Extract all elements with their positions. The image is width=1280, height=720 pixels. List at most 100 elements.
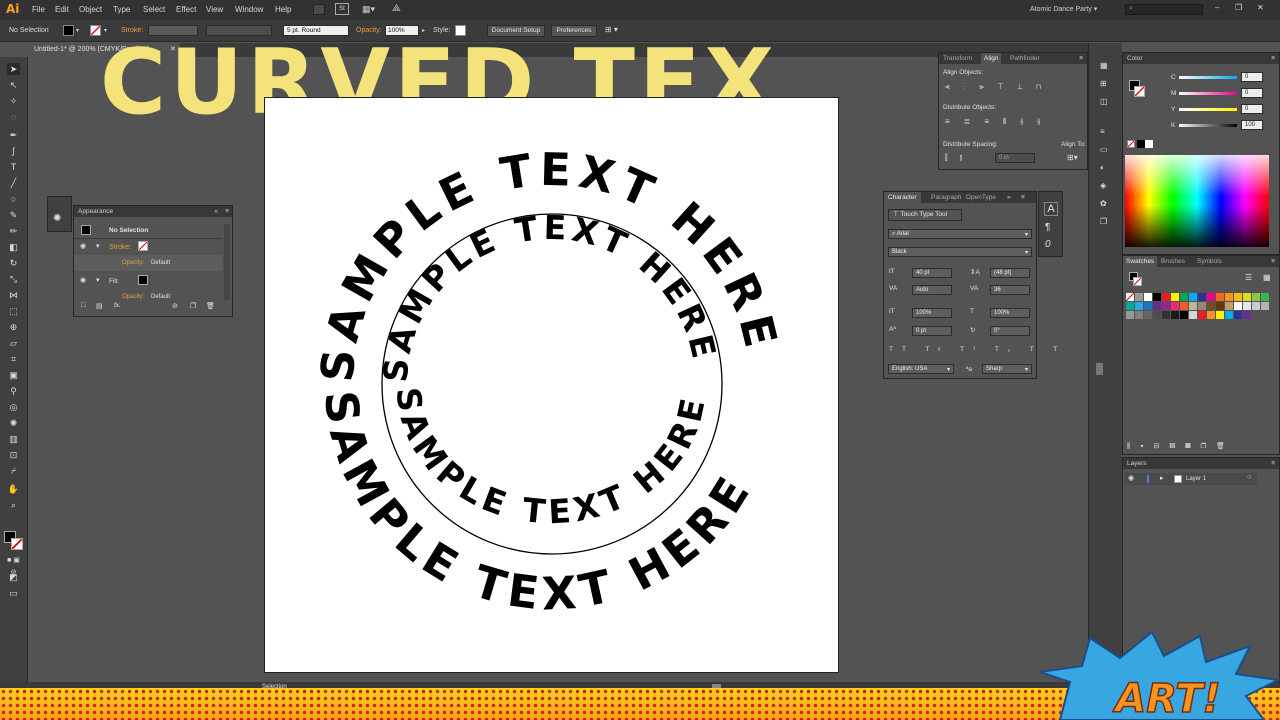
- yellow-value-field[interactable]: 0: [1241, 104, 1263, 114]
- swatch[interactable]: [1180, 302, 1188, 310]
- layers-tab[interactable]: Layers: [1127, 460, 1147, 467]
- menu-type[interactable]: Type: [113, 5, 130, 14]
- expand-triangle-icon[interactable]: ▸: [1160, 474, 1164, 482]
- swatches-footer-buttons[interactable]: ⫼▾⊟▤▦❐🗑: [1127, 442, 1235, 451]
- menu-window[interactable]: Window: [235, 5, 263, 14]
- stroke-color-swatch[interactable]: [11, 538, 23, 550]
- swatch[interactable]: [1153, 311, 1161, 319]
- align-to-dropdown[interactable]: ⊞▾: [1067, 153, 1078, 162]
- workspace-switcher[interactable]: Atomic Dance Party ▾: [1030, 5, 1097, 13]
- collapse-icon[interactable]: »: [1007, 194, 1011, 201]
- none-color-swatch[interactable]: [1127, 140, 1135, 148]
- swatch[interactable]: [1198, 293, 1206, 301]
- swatch[interactable]: [1225, 302, 1233, 310]
- swatch[interactable]: [1243, 302, 1251, 310]
- appearance-panel-icon[interactable]: ✺: [53, 213, 61, 224]
- swatch[interactable]: [1126, 311, 1134, 319]
- gpu-icon[interactable]: ⟁: [392, 3, 401, 14]
- type-tool-icon[interactable]: T: [7, 161, 20, 173]
- chevron-down-icon[interactable]: ▾: [76, 27, 79, 34]
- disclosure-triangle-icon[interactable]: ▾: [96, 276, 100, 284]
- visibility-eye-icon[interactable]: ◉: [80, 242, 86, 250]
- swatch[interactable]: [1207, 311, 1215, 319]
- line-tool-icon[interactable]: ╱: [7, 177, 20, 189]
- language-select[interactable]: English: USA ▾: [888, 364, 954, 374]
- stroke-attribute-label[interactable]: Stroke:: [109, 244, 131, 251]
- tab-pathfinder[interactable]: Pathfinder: [1010, 55, 1040, 62]
- tab-align[interactable]: Align: [981, 53, 1002, 64]
- graphic-styles-panel-icon[interactable]: ◈: [1100, 181, 1106, 190]
- panel-menu-icon[interactable]: ≡: [1271, 258, 1275, 265]
- stock-badge[interactable]: St: [335, 3, 349, 15]
- artboards-panel-icon[interactable]: ❐: [1100, 217, 1107, 226]
- free-transform-tool-icon[interactable]: ⬚: [7, 305, 20, 317]
- duplicate-item-icon[interactable]: ❐: [190, 302, 196, 310]
- swatch[interactable]: [1216, 302, 1224, 310]
- vertical-scrollbar-thumb[interactable]: [1096, 363, 1103, 375]
- add-effect-button[interactable]: fx.: [114, 302, 121, 309]
- tab-transform[interactable]: Transform: [943, 55, 972, 62]
- stroke-opacity-label[interactable]: Opacity:: [122, 260, 144, 266]
- ellipse-tool-icon[interactable]: ○: [7, 193, 20, 205]
- swatch[interactable]: [1234, 311, 1242, 319]
- magenta-slider[interactable]: [1179, 92, 1237, 95]
- swatch[interactable]: [1144, 293, 1152, 301]
- menu-object[interactable]: Object: [79, 5, 102, 14]
- font-size-field[interactable]: 40 pt: [912, 268, 952, 278]
- white-color-swatch[interactable]: [1145, 140, 1153, 148]
- menu-edit[interactable]: Edit: [55, 5, 69, 14]
- new-art-basic-icon[interactable]: □: [81, 302, 85, 309]
- swatch[interactable]: [1153, 293, 1161, 301]
- swatch[interactable]: [1225, 293, 1233, 301]
- gradient-panel-icon[interactable]: ▭: [1100, 145, 1108, 154]
- list-view-icon[interactable]: ☰: [1245, 273, 1252, 282]
- yellow-slider[interactable]: [1179, 108, 1237, 111]
- swatch[interactable]: [1135, 293, 1143, 301]
- swatch[interactable]: [1243, 293, 1251, 301]
- tab-opentype[interactable]: OpenType: [966, 194, 996, 201]
- swatch[interactable]: [1216, 293, 1224, 301]
- color-spectrum[interactable]: [1125, 155, 1269, 247]
- menu-file[interactable]: File: [32, 5, 45, 14]
- screen-mode-icon[interactable]: ▭: [7, 587, 20, 599]
- swatch[interactable]: [1243, 311, 1251, 319]
- panel-menu-icon[interactable]: ≡: [1021, 194, 1025, 201]
- swatch-grid[interactable]: [1126, 293, 1269, 355]
- swatch[interactable]: [1189, 293, 1197, 301]
- swatch[interactable]: [1207, 302, 1215, 310]
- touch-type-tool-button[interactable]: ⊤ Touch Type Tool: [888, 209, 962, 221]
- circular-text-artwork[interactable]: SAMPLE TEXT HERE SAMPLE TEXT HERE SAMPLE…: [264, 97, 839, 673]
- cyan-value-field[interactable]: 0: [1241, 72, 1263, 82]
- clear-appearance-icon[interactable]: ⊘: [172, 302, 178, 310]
- kerning-field[interactable]: Auto: [912, 285, 952, 295]
- eraser-tool-icon[interactable]: ◧: [7, 241, 20, 253]
- perspective-grid-tool-icon[interactable]: ▱: [7, 337, 20, 349]
- pathfinder-panel-icon[interactable]: ◫: [1100, 97, 1108, 106]
- artboard-tool-icon[interactable]: ⊡: [7, 449, 20, 461]
- direct-selection-tool-icon[interactable]: ↖: [7, 79, 20, 91]
- disclosure-triangle-icon[interactable]: ▾: [96, 242, 100, 250]
- tab-character[interactable]: Character: [884, 192, 921, 203]
- swatch[interactable]: [1162, 302, 1170, 310]
- swatch[interactable]: [1225, 311, 1233, 319]
- tracking-field[interactable]: 36: [990, 285, 1030, 295]
- fill-swatch[interactable]: [63, 25, 74, 36]
- maximize-button[interactable]: ❐: [1235, 3, 1242, 12]
- character-panel-icon[interactable]: A: [1044, 202, 1058, 216]
- stroke-attribute-swatch[interactable]: [138, 241, 148, 251]
- swatch[interactable]: [1198, 311, 1206, 319]
- panel-menu-icon[interactable]: ≡: [225, 208, 229, 215]
- menu-help[interactable]: Help: [275, 5, 291, 14]
- black-slider[interactable]: [1179, 124, 1237, 127]
- paragraph-panel-icon[interactable]: ¶: [1045, 222, 1050, 233]
- spacing-value-field[interactable]: 0 in: [995, 153, 1035, 163]
- stroke-panel-icon[interactable]: ≡: [1100, 127, 1105, 136]
- panel-menu-icon[interactable]: ≡: [1271, 460, 1275, 467]
- swatch[interactable]: [1216, 311, 1224, 319]
- selection-tool-icon[interactable]: ➤: [7, 63, 20, 75]
- slice-tool-icon[interactable]: ⌿: [7, 465, 20, 477]
- swatch[interactable]: [1135, 302, 1143, 310]
- opentype-panel-icon[interactable]: 0: [1045, 239, 1051, 250]
- pencil-tool-icon[interactable]: ✏: [7, 225, 20, 237]
- transform-panel-icon[interactable]: ▦: [1100, 61, 1108, 70]
